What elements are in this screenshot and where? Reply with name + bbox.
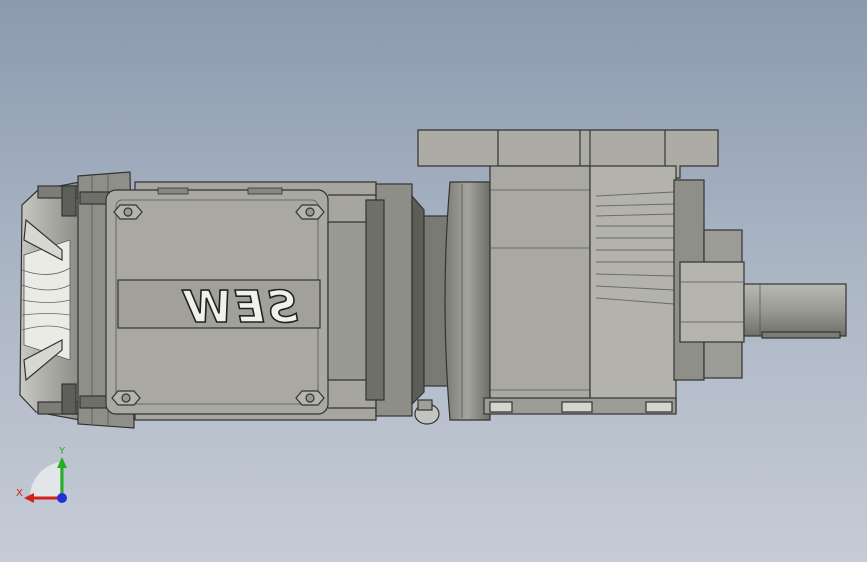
sew-logo: SEW [181,281,299,334]
logo-text: SEW [181,282,298,333]
cad-scene[interactable]: SEW X Y [0,0,867,562]
cad-viewport[interactable]: SEW X Y [0,0,867,562]
gearbox-input-flange [444,181,491,421]
orientation-triad[interactable]: X Y [16,446,67,503]
output-hub [673,179,745,381]
x-axis-label: X [16,488,23,499]
y-axis-label: Y [58,446,66,457]
x-axis-head [24,493,34,503]
gearmotor-model[interactable] [19,129,847,429]
z-axis-dot [57,493,67,503]
fan-cover [19,181,81,421]
adapter-section [365,183,451,425]
output-shaft [743,283,847,339]
